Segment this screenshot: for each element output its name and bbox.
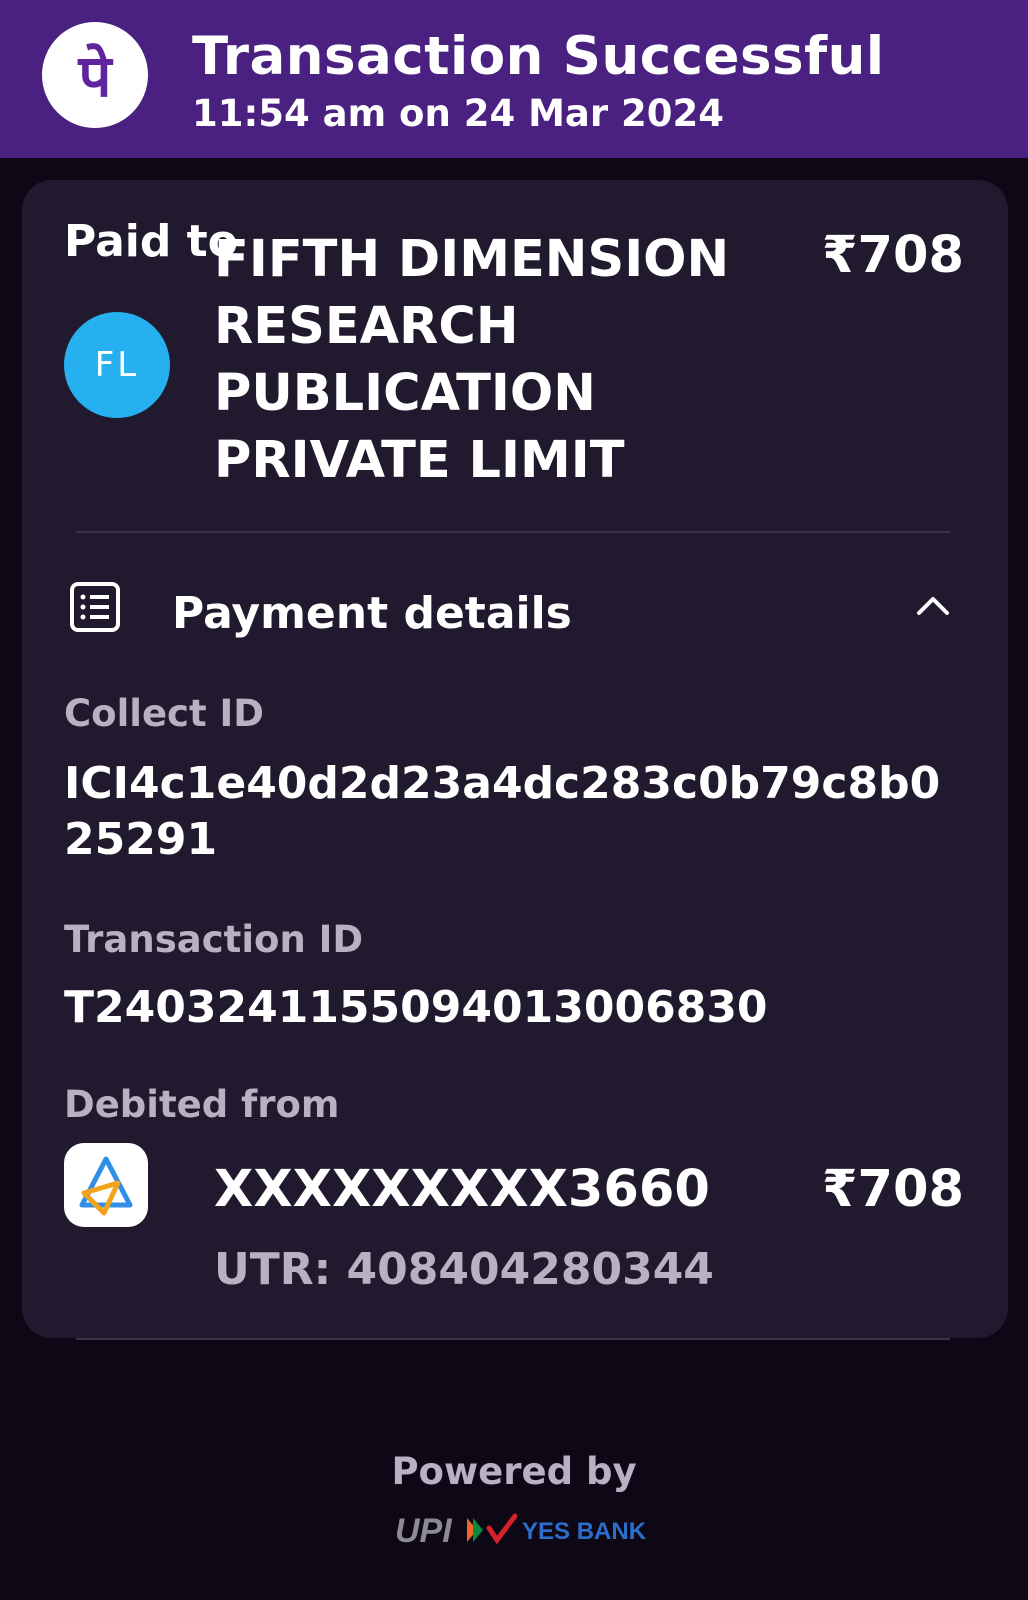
debit-account-number: XXXXXXXXX3660	[214, 1160, 710, 1219]
debited-from-label: Debited from	[64, 1083, 340, 1126]
transaction-id-label: Transaction ID	[64, 918, 364, 961]
debit-amount: ₹708	[822, 1160, 964, 1219]
paid-amount: ₹708	[822, 226, 964, 285]
yes-bank-logo: YES BANK	[522, 1518, 647, 1545]
utr-number[interactable]: UTR: 408404280344	[214, 1244, 714, 1295]
svg-text:UPI: UPI	[395, 1512, 453, 1550]
powered-by-label: Powered by	[391, 1450, 637, 1493]
transaction-timestamp: 11:54 am on 24 Mar 2024	[192, 92, 724, 135]
merchant-avatar: FL	[64, 312, 170, 418]
transaction-id-value[interactable]: T2403241155094013006830	[64, 980, 964, 1036]
payment-details-title[interactable]: Payment details	[172, 588, 572, 639]
transaction-header: पे Transaction Successful 11:54 am on 24…	[0, 0, 1028, 158]
transaction-status-title: Transaction Successful	[192, 26, 885, 87]
receipt-list-icon	[70, 582, 120, 636]
paid-to-label: Paid to	[64, 216, 238, 267]
phonepe-logo-icon: पे	[42, 22, 148, 128]
upi-logo-icon: UPI	[393, 1512, 523, 1556]
svg-text:पे: पे	[78, 42, 114, 110]
collect-id-label: Collect ID	[64, 692, 265, 735]
collect-id-value[interactable]: ICI4c1e40d2d23a4dc283c0b79c8b025291	[64, 756, 964, 868]
merchant-name: FIFTH DIMENSION RESEARCH PUBLICATION PRI…	[214, 230, 730, 490]
bank-logo-icon	[64, 1143, 148, 1227]
section-divider	[76, 531, 950, 533]
card-bottom-divider	[76, 1338, 950, 1340]
chevron-up-icon[interactable]	[916, 594, 950, 620]
